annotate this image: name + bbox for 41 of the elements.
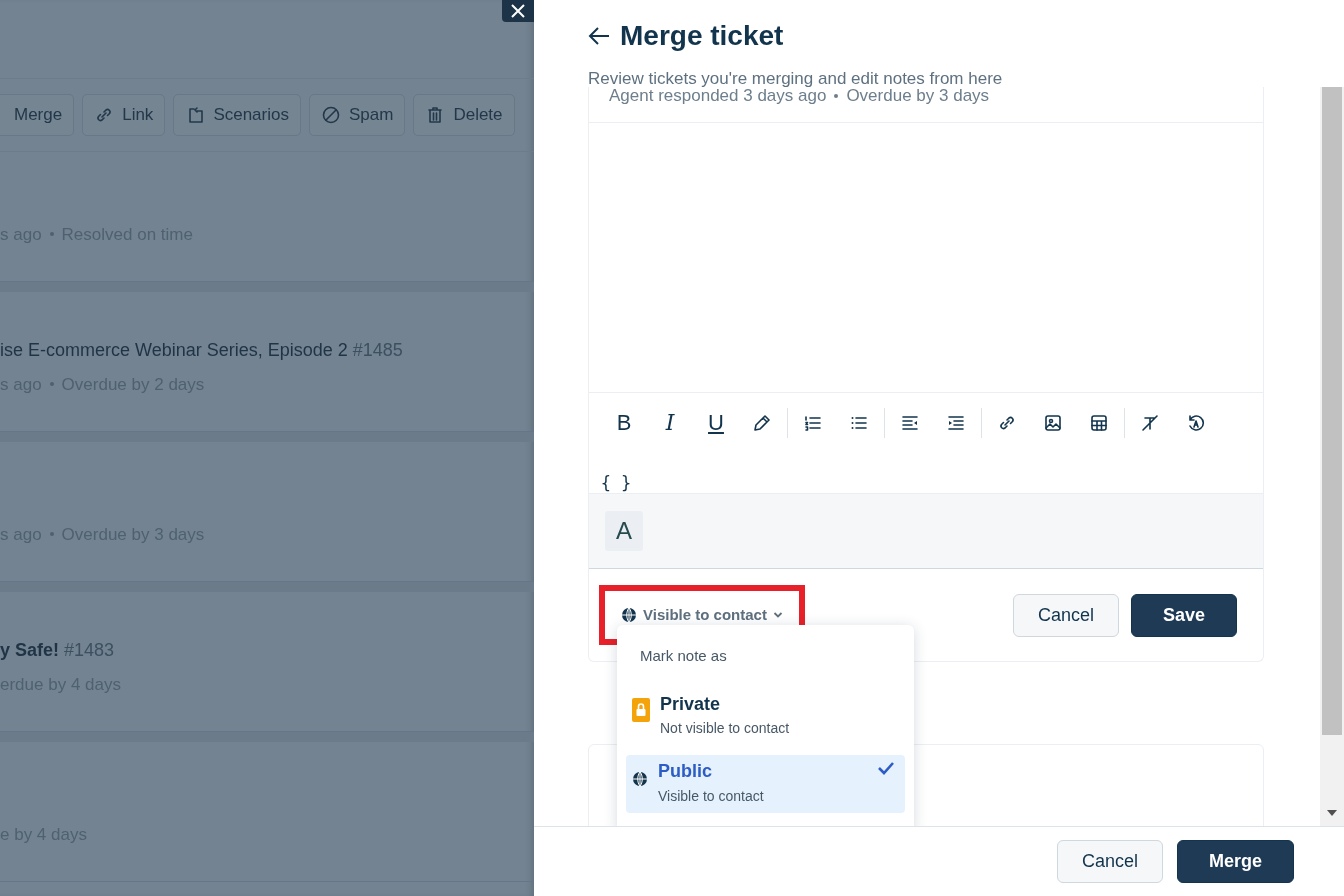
ticket-title[interactable]: y Safe! #1483: [0, 636, 534, 664]
cancel-button[interactable]: Cancel: [1056, 840, 1163, 883]
underline-button[interactable]: U: [693, 403, 739, 444]
code-button[interactable]: { }: [601, 463, 631, 504]
circular-arrow-icon[interactable]: [1186, 413, 1206, 434]
toolbar-button[interactable]: Link: [82, 94, 166, 136]
italic-button[interactable]: I: [647, 403, 693, 444]
panel-subtitle: Review tickets you're merging and edit notes from here: [588, 70, 1004, 88]
table-icon[interactable]: [1089, 413, 1109, 434]
globe-icon: [621, 607, 637, 624]
cancel-button[interactable]: Cancel: [1012, 593, 1119, 637]
ticket-title[interactable]: ise E-commerce Webinar Series, Episode 2 #1485: [0, 336, 534, 364]
toolbar-button[interactable]: Delete: [413, 94, 515, 136]
ticket-meta: Overdue by 3 days: [846, 87, 990, 105]
numbered-list-icon[interactable]: [803, 413, 823, 434]
eyedropper-icon[interactable]: [752, 413, 772, 434]
menu-option[interactable]: Private Not visible to contact: [626, 687, 905, 746]
ticket-meta: Agent responded 3 days ago: [609, 87, 827, 105]
scroll-down-arrow-icon[interactable]: [1327, 810, 1337, 816]
image-icon[interactable]: [1043, 413, 1063, 434]
visibility-dropdown[interactable]: Visible to contact: [603, 589, 801, 642]
check-icon: [877, 761, 895, 776]
font-button[interactable]: A: [605, 511, 643, 552]
scrollbar[interactable]: [1320, 87, 1344, 826]
merge-button[interactable]: Merge: [1177, 840, 1294, 883]
panel-title: Merge ticket: [620, 19, 784, 53]
chevron-down-icon: [772, 611, 783, 620]
prohibited-icon: [321, 105, 341, 125]
toolbar-button[interactable]: Scenarios: [173, 94, 301, 136]
merge-button[interactable]: Merge: [0, 94, 75, 136]
menu-option[interactable]: Public Visible to contact: [626, 755, 905, 814]
back-arrow-icon[interactable]: [588, 26, 610, 47]
close-button[interactable]: [502, 0, 534, 22]
clear-format-icon[interactable]: [1140, 413, 1160, 434]
close-icon: [511, 4, 525, 18]
menu-heading: Mark note as: [639, 646, 728, 667]
bold-button[interactable]: B: [601, 403, 647, 444]
save-button[interactable]: Save: [1130, 593, 1237, 637]
lock-icon: [632, 697, 650, 722]
toolbar-button[interactable]: Spam: [309, 94, 406, 136]
globe-icon: [632, 771, 648, 788]
